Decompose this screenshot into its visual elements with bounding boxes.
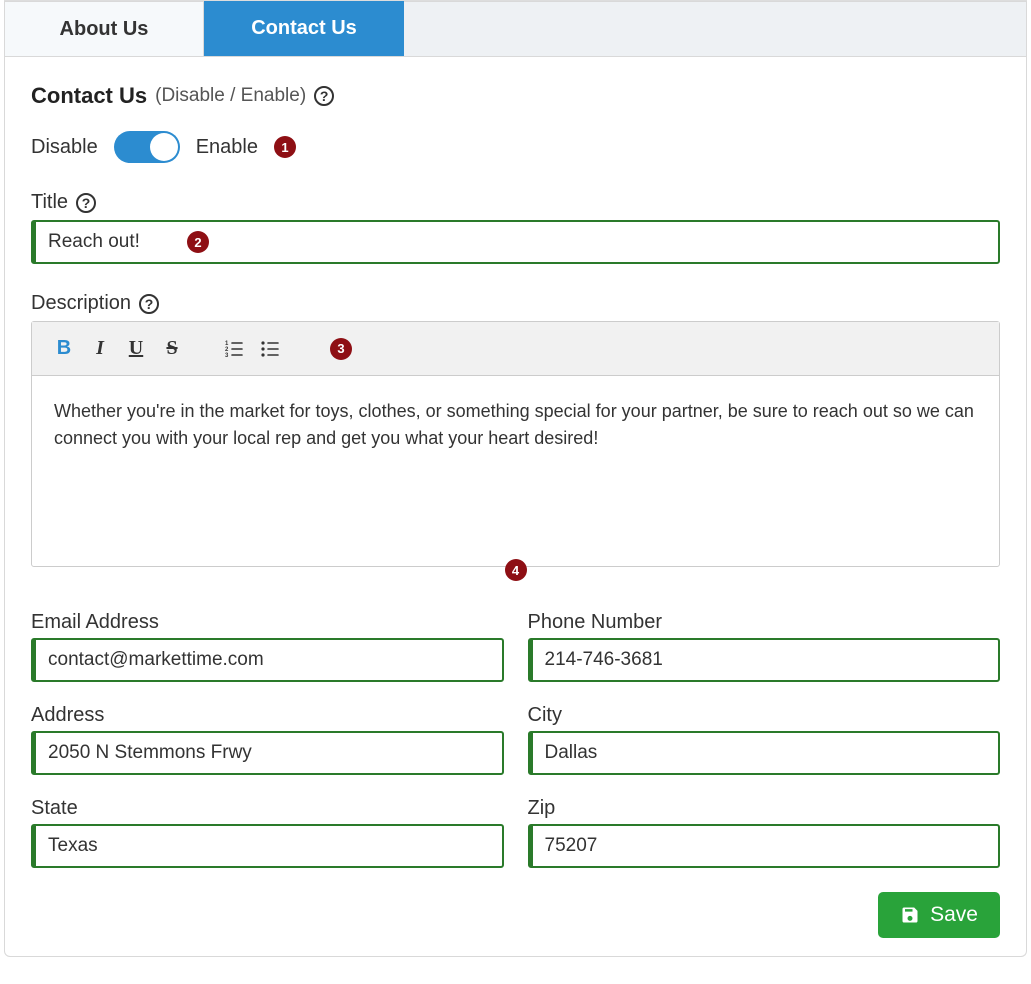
help-icon[interactable]: ? (139, 294, 159, 314)
description-label: Description (31, 292, 131, 315)
tab-label: About Us (60, 18, 149, 41)
tab-about-us[interactable]: About Us (4, 1, 204, 56)
address-label: Address (31, 704, 504, 727)
step-badge-1: 1 (274, 136, 296, 158)
help-icon[interactable]: ? (314, 86, 334, 106)
title-label: Title (31, 191, 68, 214)
help-icon[interactable]: ? (76, 193, 96, 213)
tabs-spacer (404, 1, 1027, 56)
step-badge-2: 2 (187, 231, 209, 253)
phone-label: Phone Number (528, 611, 1001, 634)
rte-toolbar: B I U S 123 3 (32, 322, 999, 376)
tabs: About Us Contact Us (4, 1, 1027, 57)
toggle-on-label: Enable (196, 136, 258, 159)
save-icon (900, 905, 920, 925)
ordered-list-icon: 123 (224, 339, 244, 359)
toggle-knob (150, 133, 178, 161)
title-input[interactable] (31, 220, 1000, 264)
italic-button[interactable]: I (86, 335, 114, 363)
state-label: State (31, 797, 504, 820)
unordered-list-icon (260, 339, 280, 359)
step-badge-4: 4 (505, 559, 527, 581)
save-button[interactable]: Save (878, 892, 1000, 938)
contact-us-panel: Contact Us (Disable / Enable) ? Disable … (4, 57, 1027, 957)
city-input[interactable] (528, 731, 1001, 775)
tab-label: Contact Us (251, 17, 357, 40)
zip-label: Zip (528, 797, 1001, 820)
save-button-label: Save (930, 903, 978, 927)
svg-text:3: 3 (225, 353, 229, 359)
zip-input[interactable] (528, 824, 1001, 868)
toggle-off-label: Disable (31, 136, 98, 159)
enable-toggle[interactable] (114, 131, 180, 163)
bold-button[interactable]: B (50, 335, 78, 363)
strikethrough-button[interactable]: S (158, 335, 186, 363)
section-subtitle: (Disable / Enable) (155, 85, 306, 107)
phone-input[interactable] (528, 638, 1001, 682)
step-badge-3: 3 (330, 338, 352, 360)
description-editor[interactable]: Whether you're in the market for toys, c… (32, 376, 999, 566)
email-input[interactable] (31, 638, 504, 682)
tab-contact-us[interactable]: Contact Us (204, 1, 404, 56)
address-input[interactable] (31, 731, 504, 775)
rich-text-editor: B I U S 123 3 Whether you're in the mark… (31, 321, 1000, 567)
city-label: City (528, 704, 1001, 727)
section-title: Contact Us (31, 83, 147, 109)
ordered-list-button[interactable]: 123 (220, 335, 248, 363)
unordered-list-button[interactable] (256, 335, 284, 363)
email-label: Email Address (31, 611, 504, 634)
underline-button[interactable]: U (122, 335, 150, 363)
state-input[interactable] (31, 824, 504, 868)
